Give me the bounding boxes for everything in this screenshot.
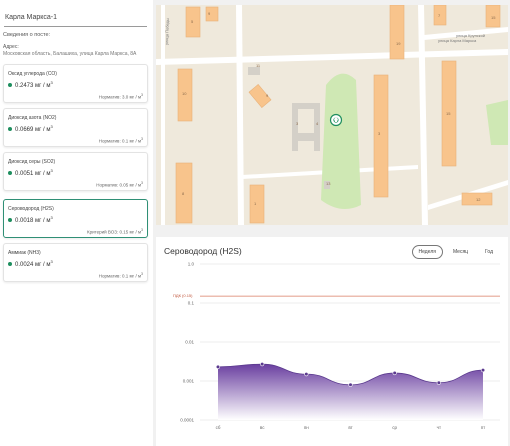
pollutant-value-text: 0.0669 мг / м3	[15, 124, 53, 133]
x-tick-label: чт	[437, 425, 441, 430]
data-point	[480, 368, 486, 373]
data-point	[304, 372, 309, 377]
unit-superscript: 3	[141, 272, 143, 276]
map[interactable]: улица Карла Маркса улица Крупской улица …	[156, 5, 508, 225]
pollutant-norm: Норматив: 0.1 мг / м3	[98, 137, 143, 144]
pollutant-name: Диоксид азота (NO2)	[8, 115, 57, 121]
app-root: Карла Маркса-1 Сведения о посте: Адрес: …	[0, 0, 510, 446]
address-label: Адрес:	[3, 44, 19, 50]
pollutant-card[interactable]: Диоксид азота (NO2) 0.0669 мг / м3 Нормати…	[3, 108, 148, 147]
map-canvas[interactable]: улица Карла Маркса улица Крупской улица …	[156, 5, 508, 225]
building-number: 19	[396, 41, 401, 46]
x-tick-label: пт	[481, 425, 486, 430]
building-number: 15	[446, 111, 451, 116]
pollutant-value-text: 0.0051 мг / м3	[15, 168, 53, 177]
unit-superscript: 3	[50, 124, 53, 129]
unit-superscript: 3	[50, 80, 53, 85]
status-dot-icon	[8, 126, 12, 131]
post-marker-icon[interactable]	[329, 113, 343, 127]
pollutant-norm: Норматив: 3.0 мг / м3	[98, 93, 143, 100]
pollutant-norm: Норматив: 0.1 мг / м3	[98, 272, 143, 279]
pollutant-value: 0.2473 мг / м3	[8, 80, 53, 89]
data-point	[260, 362, 265, 367]
y-tick-label: 0.001	[183, 379, 195, 384]
pollutant-norm: Критерий ВОЗ: 0.15 мг / м3	[86, 228, 143, 235]
data-point	[436, 380, 441, 385]
data-point	[215, 364, 221, 369]
unit-superscript: 3	[141, 181, 143, 185]
x-tick-label: ср	[392, 425, 397, 430]
post-select[interactable]: Карла Маркса-1	[4, 10, 147, 27]
street-label: улица Победы	[164, 18, 170, 45]
pollutant-value-text: 0.0018 мг / м3	[15, 215, 53, 224]
pollutant-value: 0.0669 мг / м3	[8, 124, 53, 133]
y-tick-label: 0.0001	[180, 418, 194, 423]
building-number: 10	[182, 91, 187, 96]
chart-panel: Сероводород (H2S) Неделя Месяц Год 1.0 0.…	[156, 237, 508, 446]
y-tick-label: 0.1	[188, 301, 195, 306]
address-value: Московская область, Балашиха, улица Карл…	[3, 51, 137, 57]
post-info-caption: Сведения о посте:	[3, 32, 51, 38]
unit-superscript: 3	[50, 168, 53, 173]
left-panel: Карла Маркса-1 Сведения о посте: Адрес: …	[0, 0, 153, 446]
unit-superscript: 3	[141, 137, 143, 141]
status-dot-icon	[8, 82, 12, 87]
building-number: 12	[476, 197, 481, 202]
pollutant-value: 0.0024 мг / м3	[8, 259, 53, 268]
pollutant-name: Аммиак (NH3)	[8, 250, 41, 256]
pollutant-card[interactable]: Сероводород (H2S) 0.0018 мг / м3 Критерий …	[3, 199, 148, 238]
pollutant-value-text: 0.0024 мг / м3	[15, 259, 53, 268]
building-number: 15	[491, 15, 496, 20]
x-tick-label: пн	[304, 425, 309, 430]
pollutant-value: 0.0051 мг / м3	[8, 168, 53, 177]
x-tick-label: вт	[348, 425, 352, 430]
pdk-threshold-label: ПДК (0.15)	[173, 293, 193, 298]
x-tick-label: вс	[260, 425, 265, 430]
pollutant-norm: Норматив: 0.05 мг / м3	[96, 181, 143, 188]
unit-superscript: 3	[141, 93, 143, 97]
pollutant-value-text: 0.2473 мг / м3	[15, 80, 53, 89]
x-tick-label: сб	[216, 425, 221, 430]
data-point	[348, 382, 353, 387]
pollutant-card[interactable]: Аммиак (NH3) 0.0024 мг / м3 Норматив: 0.1 …	[3, 243, 148, 282]
status-dot-icon	[8, 217, 12, 222]
pollutant-name: Диоксид серы (SO2)	[8, 159, 56, 165]
status-dot-icon	[8, 261, 12, 266]
pollutant-card[interactable]: Диоксид серы (SO2) 0.0051 мг / м3 Норматив…	[3, 152, 148, 191]
street-label: улица Карла Маркса	[438, 38, 477, 43]
area-fill	[218, 364, 483, 420]
street-label: улица Крупской	[456, 33, 485, 38]
data-point	[392, 370, 397, 376]
unit-superscript: 3	[50, 215, 53, 220]
y-tick-label: 1.0	[188, 262, 195, 267]
building-number: 13	[326, 181, 331, 186]
unit-superscript: 3	[141, 228, 143, 232]
pollutant-name: Оксид углерода (СО)	[8, 71, 57, 77]
y-tick-label: 0.01	[185, 340, 194, 345]
pollutant-value: 0.0018 мг / м3	[8, 215, 53, 224]
pollutant-card[interactable]: Оксид углерода (СО) 0.2473 мг / м3 Нормати…	[3, 64, 148, 103]
pollutant-name: Сероводород (H2S)	[8, 206, 54, 212]
unit-superscript: 3	[50, 259, 53, 264]
status-dot-icon	[8, 170, 12, 175]
chart-svg: 1.0 0.1 0.01 0.001 0.0001 сб вс пн вт ср чт пт	[180, 262, 500, 430]
